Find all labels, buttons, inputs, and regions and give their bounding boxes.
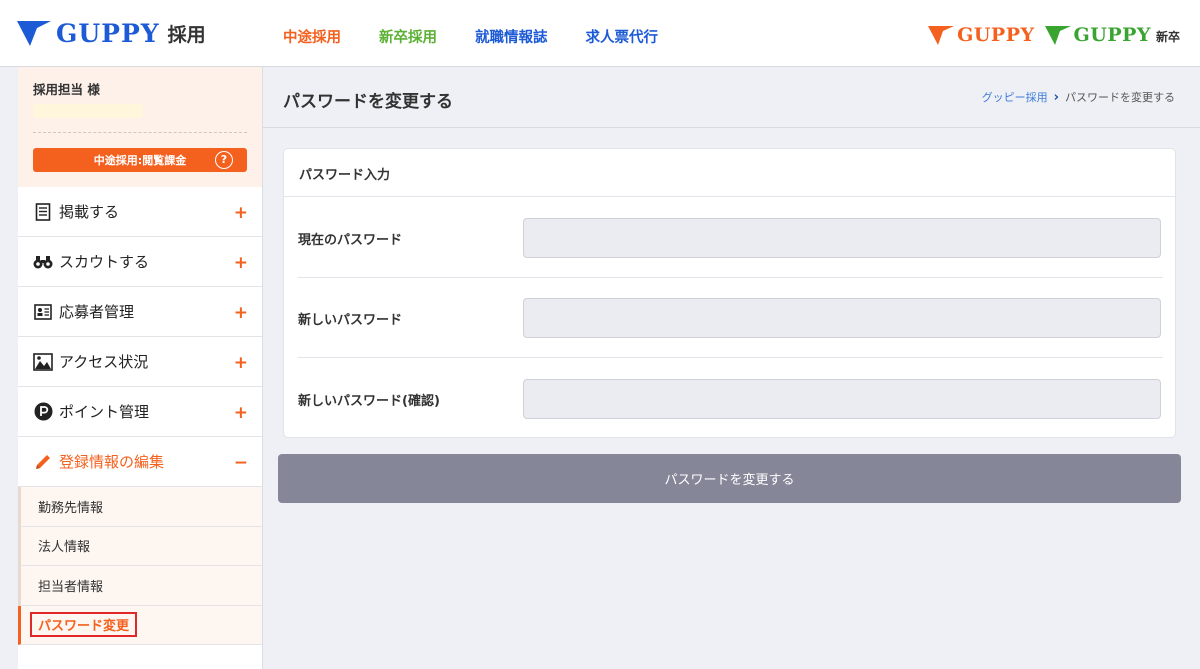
menu-applicants[interactable]: 応募者管理 + (18, 287, 262, 337)
menu-access-label: アクセス状況 (59, 353, 149, 371)
menu-publish-label: 掲載する (59, 203, 120, 221)
brand-new-text: GUPPY (1073, 24, 1151, 46)
submenu-password-change[interactable]: パスワード変更 (18, 605, 262, 645)
guppy-green-fish-icon (1044, 26, 1071, 45)
image-chart-icon (33, 352, 53, 372)
nav-job-posting-service[interactable]: 求人票代行 (586, 26, 659, 47)
plan-button[interactable]: 中途採用:閲覧課金 ? (33, 148, 247, 172)
brand-mid-text: GUPPY (957, 24, 1035, 46)
document-icon (33, 202, 53, 222)
current-password-input[interactable] (523, 218, 1161, 258)
user-company-redacted (33, 104, 143, 118)
main-nav: 中途採用 新卒採用 就職情報誌 求人票代行 (283, 26, 696, 47)
menu-applicants-label: 応募者管理 (59, 303, 135, 321)
change-password-button[interactable]: パスワードを変更する (278, 454, 1181, 503)
current-password-label: 現在のパスワード (298, 233, 403, 248)
nav-job-magazine[interactable]: 就職情報誌 (475, 26, 548, 47)
brand-guppy-mid[interactable]: GUPPY (928, 24, 1034, 46)
expand-icon[interactable]: + (234, 253, 248, 273)
help-icon[interactable]: ? (215, 151, 233, 169)
collapse-icon[interactable]: − (234, 453, 248, 473)
submenu-company-info[interactable]: 法人情報 (18, 526, 262, 566)
menu-edit-registration[interactable]: 登録情報の編集 − (18, 437, 262, 487)
expand-icon[interactable]: + (234, 353, 248, 373)
top-header: GUPPY 採用 中途採用 新卒採用 就職情報誌 求人票代行 GUPPY GUP… (0, 0, 1200, 67)
password-form-card: パスワード入力 現在のパスワード 新しいパスワード 新しいパスワード(確認) (283, 148, 1176, 438)
expand-icon[interactable]: + (234, 403, 248, 423)
logo-subtitle: 採用 (167, 23, 206, 46)
user-panel: 採用担当 様 中途採用:閲覧課金 ? (18, 67, 262, 187)
pencil-icon (33, 452, 53, 472)
menu-edit-registration-label: 登録情報の編集 (59, 453, 165, 471)
breadcrumb-home[interactable]: グッピー採用 (982, 89, 1048, 105)
logo-text: GUPPY (56, 18, 160, 48)
menu-points[interactable]: ポイント管理 + (18, 387, 262, 437)
sidebar: 採用担当 様 中途採用:閲覧課金 ? 掲載する + スカウトする + 応募者管理… (18, 67, 263, 669)
user-name: 採用担当 様 (33, 82, 100, 97)
menu-scout-label: スカウトする (59, 253, 150, 271)
point-p-icon (33, 402, 53, 422)
menu-scout[interactable]: スカウトする + (18, 237, 262, 287)
current-password-row: 現在のパスワード (298, 198, 1163, 278)
submenu-password-change-label: パスワード変更 (30, 612, 138, 638)
brand-guppy-new[interactable]: GUPPY 新卒 (1044, 24, 1180, 46)
guppy-orange-fish-icon (928, 26, 955, 45)
guppy-logo[interactable]: GUPPY 採用 (16, 18, 206, 48)
guppy-fish-icon (17, 21, 51, 46)
user-divider (33, 132, 247, 133)
new-password-row: 新しいパスワード (298, 278, 1163, 358)
page-header: パスワードを変更する グッピー採用 › パスワードを変更する (263, 67, 1200, 128)
menu-points-label: ポイント管理 (59, 403, 150, 421)
expand-icon[interactable]: + (234, 303, 248, 323)
confirm-password-input[interactable] (523, 379, 1161, 419)
brand-new-subtitle: 新卒 (1155, 30, 1180, 44)
submenu-contact-info[interactable]: 担当者情報 (18, 566, 262, 606)
breadcrumb-current: パスワードを変更する (1065, 91, 1175, 104)
page-title: パスワードを変更する (283, 92, 453, 112)
binoculars-icon (33, 252, 53, 272)
new-password-label: 新しいパスワード (298, 313, 403, 328)
breadcrumb: グッピー採用 › パスワードを変更する (982, 89, 1175, 105)
confirm-password-row: 新しいパスワード(確認) (298, 359, 1163, 439)
menu-publish[interactable]: 掲載する + (18, 187, 262, 237)
plan-label: 中途採用:閲覧課金 (93, 154, 187, 167)
nav-mid-career[interactable]: 中途採用 (283, 26, 341, 47)
submenu-workplace-info[interactable]: 勤務先情報 (18, 487, 262, 527)
chevron-right-icon: › (1053, 89, 1059, 105)
expand-icon[interactable]: + (234, 203, 248, 223)
confirm-password-label: 新しいパスワード(確認) (298, 394, 440, 409)
new-password-input[interactable] (523, 298, 1161, 338)
applicant-card-icon (33, 302, 53, 322)
form-section-title: パスワード入力 (284, 149, 1175, 197)
menu-access[interactable]: アクセス状況 + (18, 337, 262, 387)
nav-new-grad[interactable]: 新卒採用 (379, 26, 437, 47)
brand-links: GUPPY GUPPY 新卒 (918, 24, 1180, 46)
